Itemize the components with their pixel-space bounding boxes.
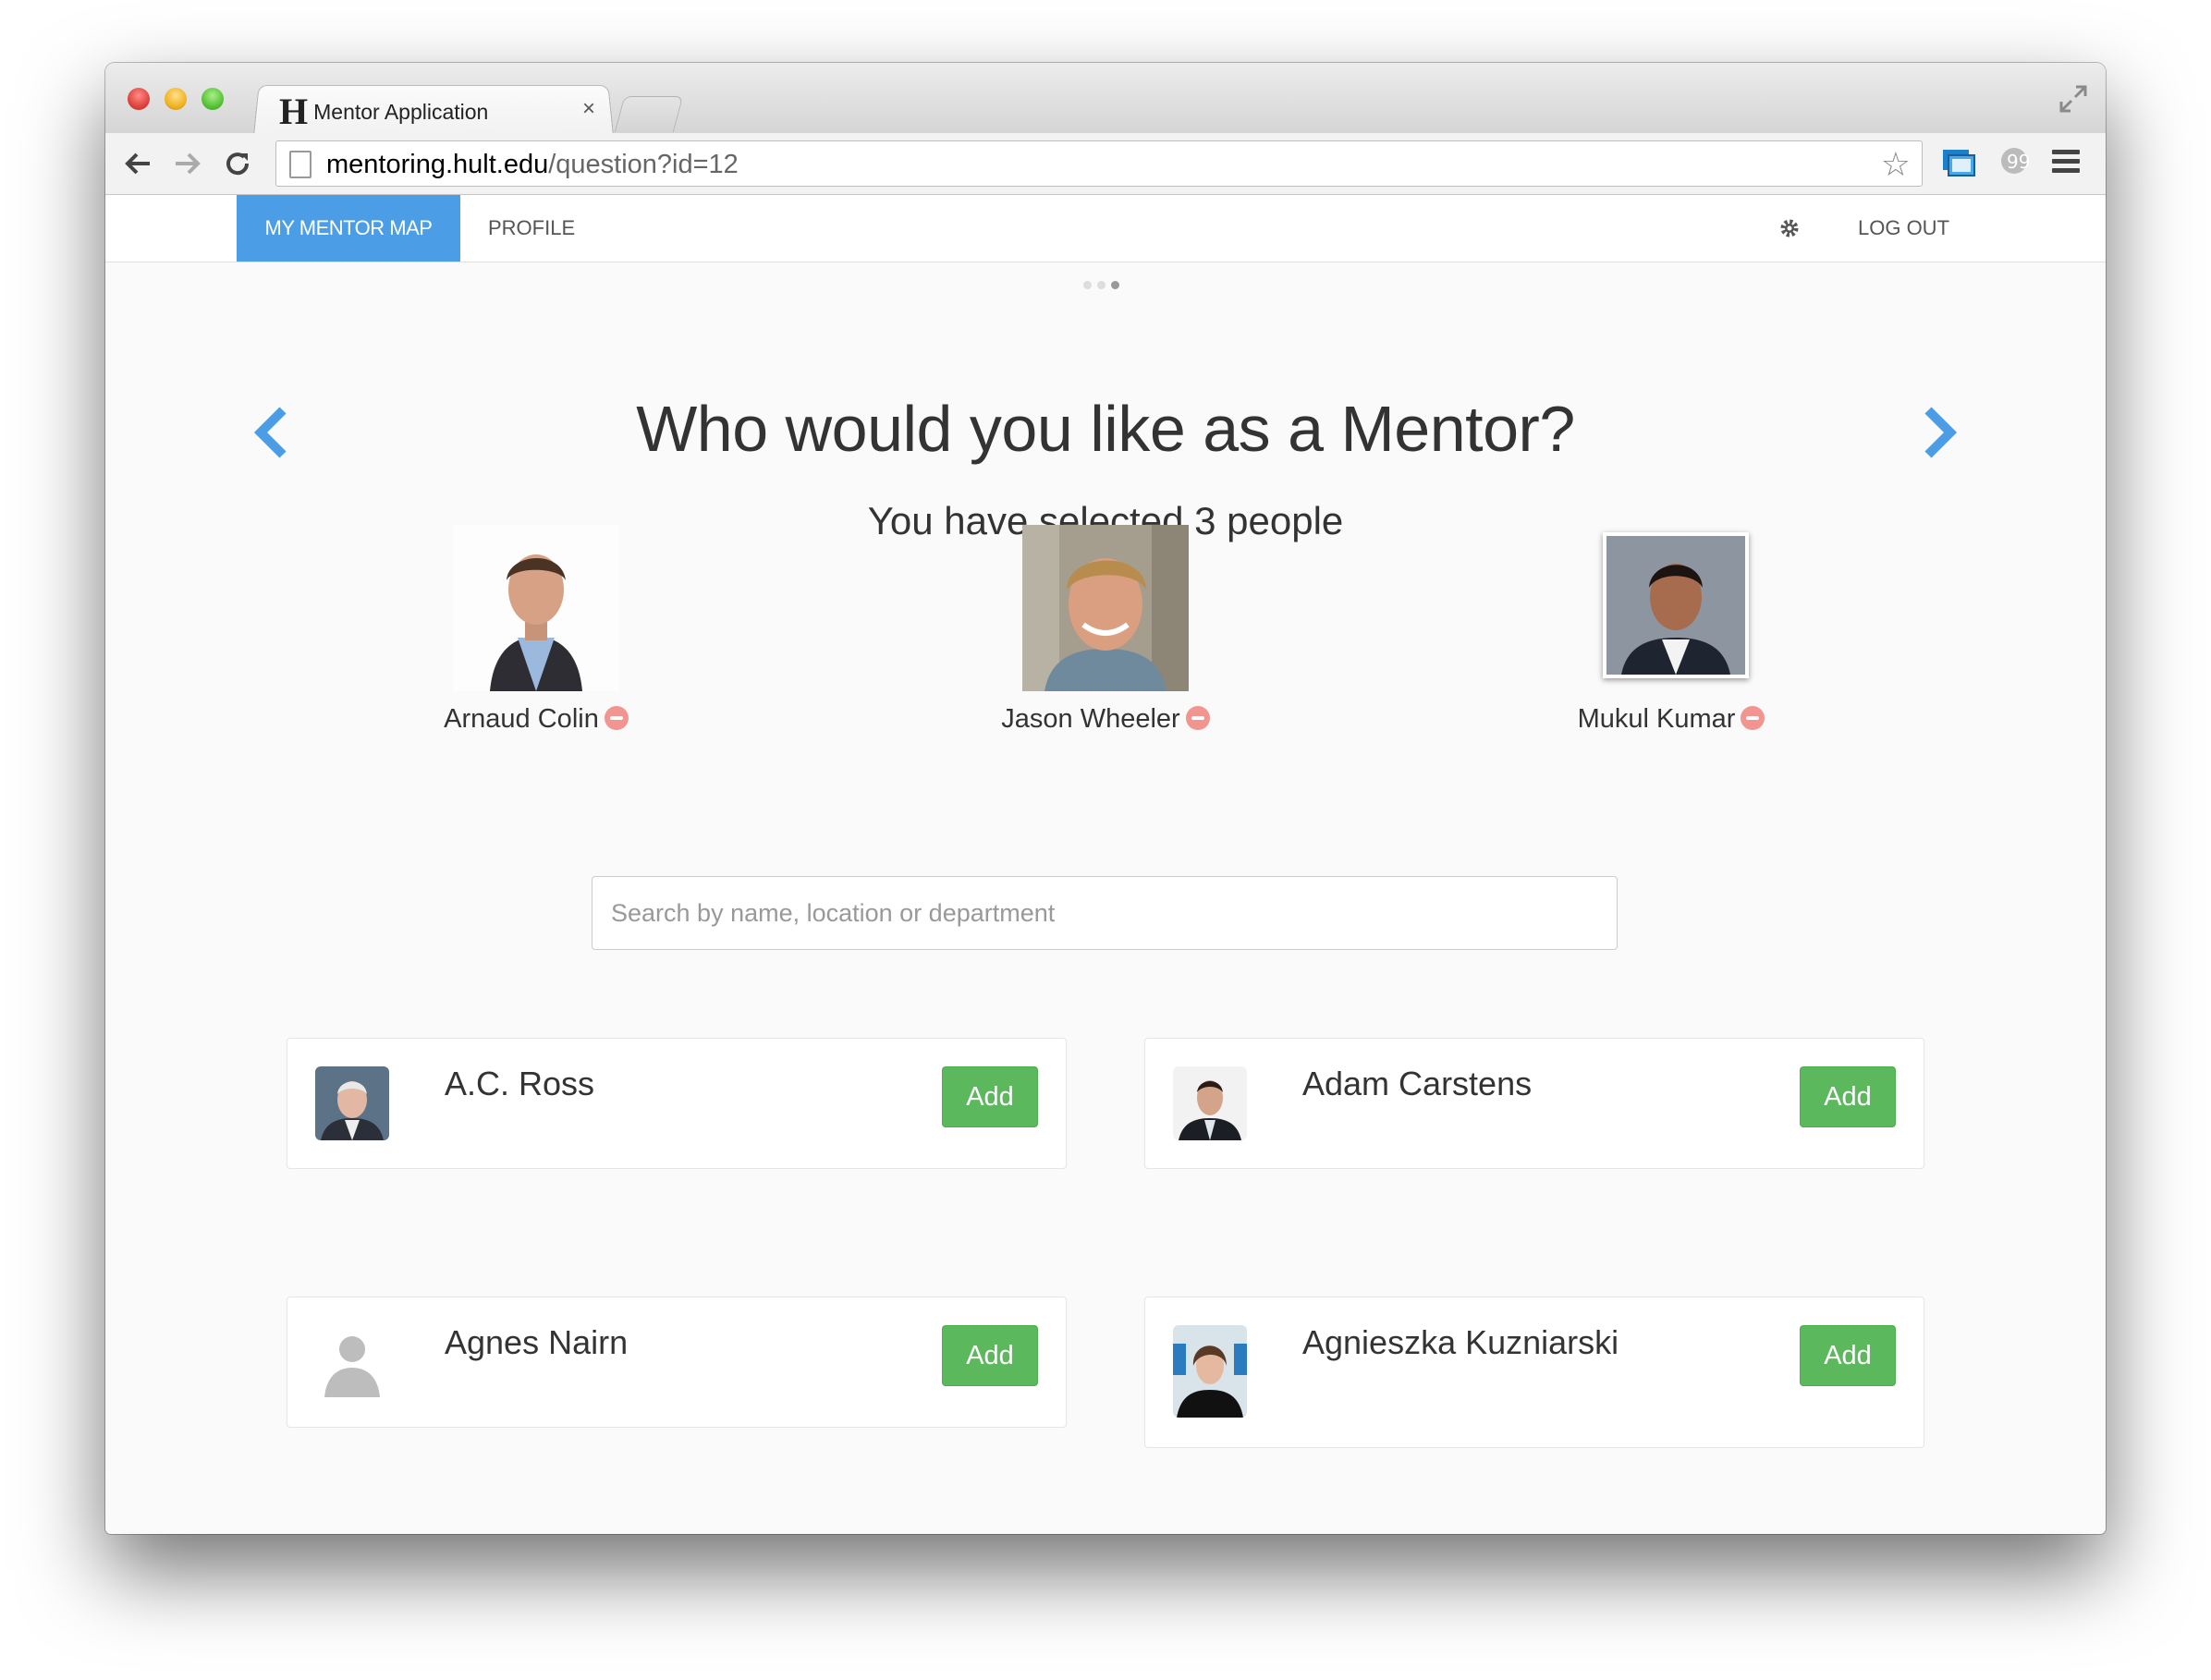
zoom-window-button[interactable] (202, 88, 224, 110)
browser-window: H Mentor Application × mentoring.hult.ed… (105, 63, 2106, 1534)
selected-mentor-name: Arnaud Colin (351, 704, 721, 735)
remove-icon[interactable] (1185, 706, 1210, 730)
reload-icon[interactable] (220, 146, 255, 181)
tab-close-icon[interactable]: × (582, 96, 595, 122)
step-indicator (1083, 281, 1119, 289)
fullscreen-icon[interactable] (2058, 83, 2089, 115)
nav-my-mentor-map[interactable]: MY MENTOR MAP (237, 195, 460, 262)
nav-logout[interactable]: LOG OUT (1858, 195, 1949, 262)
tab-title: Mentor Application (313, 99, 489, 124)
browser-menu-icon[interactable] (2052, 150, 2080, 174)
step-dot[interactable] (1083, 281, 1092, 289)
address-bar[interactable]: mentoring.hult.edu/question?id=12 ☆ (275, 140, 1923, 187)
nav-profile[interactable]: PROFILE (488, 195, 575, 262)
avatar (1603, 532, 1749, 678)
add-button[interactable]: Add (942, 1325, 1038, 1386)
browser-toolbar: mentoring.hult.edu/question?id=12 ☆ 99 (105, 133, 2106, 195)
gear-icon[interactable] (1778, 217, 1801, 239)
mentor-card: Agnes Nairn Add (287, 1297, 1067, 1428)
app-navbar: MY MENTOR MAP PROFILE LOG OUT (105, 195, 2106, 262)
avatar (453, 525, 619, 691)
hult-logo-icon: H (279, 91, 309, 132)
forward-arrow-icon[interactable] (170, 146, 205, 181)
selected-mentor-name: Mukul Kumar (1486, 704, 1856, 735)
quote-extension-icon[interactable]: 99 (1998, 146, 2030, 179)
avatar (315, 1066, 389, 1140)
avatar (1173, 1325, 1247, 1418)
url-text[interactable]: mentoring.hult.edu/question?id=12 (326, 150, 739, 180)
svg-text:99: 99 (2007, 151, 2030, 173)
screen-capture-extension-icon[interactable] (1941, 148, 1976, 179)
bookmark-star-icon[interactable]: ☆ (1881, 145, 1911, 184)
close-window-button[interactable] (128, 88, 150, 110)
add-button[interactable]: Add (1800, 1066, 1896, 1127)
mentor-card: Adam Carstens Add (1144, 1038, 1924, 1169)
new-tab-button[interactable] (614, 96, 684, 132)
add-button[interactable]: Add (942, 1066, 1038, 1127)
page-title: Who would you like as a Mentor? (636, 393, 1575, 465)
mentor-name: Agnieszka Kuzniarski (1302, 1323, 1619, 1361)
default-avatar-icon (315, 1325, 389, 1399)
tab-bar: H Mentor Application × (105, 63, 2106, 136)
avatar (1022, 525, 1189, 691)
avatar (1173, 1066, 1247, 1140)
remove-icon[interactable] (604, 706, 629, 730)
page-icon (289, 151, 311, 178)
minimize-window-button[interactable] (165, 88, 187, 110)
add-button[interactable]: Add (1800, 1325, 1896, 1386)
remove-icon[interactable] (1741, 706, 1765, 730)
mentor-card: Agnieszka Kuzniarski Add (1144, 1297, 1924, 1448)
mentor-card: A.C. Ross Add (287, 1038, 1067, 1169)
search-input[interactable] (592, 876, 1618, 950)
browser-tab-content[interactable]: H Mentor Application × (268, 91, 601, 133)
back-arrow-icon[interactable] (120, 146, 155, 181)
selected-mentor-name: Jason Wheeler (921, 704, 1290, 735)
step-dot-active[interactable] (1111, 281, 1119, 289)
step-dot[interactable] (1097, 281, 1106, 289)
mentor-name: Agnes Nairn (445, 1323, 629, 1361)
mentor-name: A.C. Ross (445, 1065, 595, 1102)
mentor-name: Adam Carstens (1302, 1065, 1533, 1102)
